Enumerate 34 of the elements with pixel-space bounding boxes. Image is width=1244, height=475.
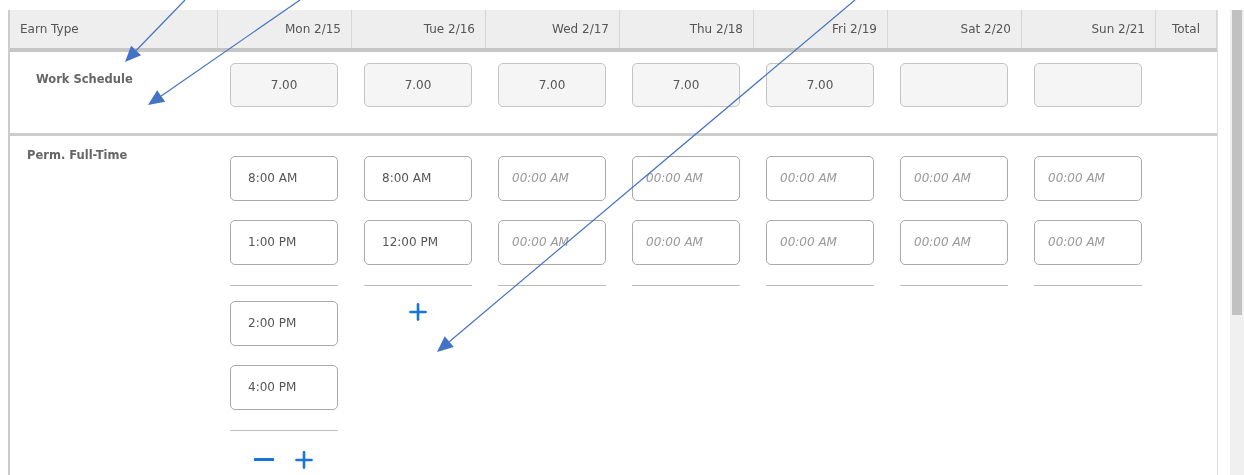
column-header: Sun 2/21 xyxy=(1022,10,1156,48)
time-input[interactable]: 12:00 PM xyxy=(364,219,472,265)
time-input[interactable]: 8:00 AM xyxy=(364,155,472,201)
earn-type-label: Work Schedule xyxy=(35,70,134,88)
time-input[interactable]: 00:00 AM xyxy=(632,155,740,201)
column-header: Earn Type xyxy=(10,10,218,48)
column-header: Sat 2/20 xyxy=(888,10,1022,48)
hours-field: 7.00 xyxy=(766,62,874,107)
column-header: Total xyxy=(1156,10,1217,48)
time-input[interactable]: 00:00 AM xyxy=(498,155,606,201)
column-header: Fri 2/19 xyxy=(754,10,888,48)
minus-icon xyxy=(254,457,274,461)
time-input[interactable]: 00:00 AM xyxy=(900,219,1008,265)
earn-type-label: Perm. Full-Time xyxy=(26,146,129,162)
column-header: Thu 2/18 xyxy=(620,10,754,48)
time-input[interactable]: 00:00 AM xyxy=(632,219,740,265)
hours-field: 7.00 xyxy=(230,62,338,107)
time-input[interactable]: 00:00 AM xyxy=(766,155,874,201)
hours-field: 7.00 xyxy=(632,62,740,107)
hours-field: 7.00 xyxy=(364,62,472,107)
time-input[interactable]: 00:00 AM xyxy=(498,219,606,265)
time-input[interactable]: 1:00 PM xyxy=(230,219,338,265)
time-input[interactable]: 00:00 AM xyxy=(1034,155,1142,201)
scrollbar[interactable] xyxy=(1230,10,1244,475)
time-input[interactable]: 00:00 AM xyxy=(766,219,874,265)
column-header: Wed 2/17 xyxy=(486,10,620,48)
time-input[interactable]: 4:00 PM xyxy=(230,364,338,410)
time-input[interactable]: 8:00 AM xyxy=(230,155,338,201)
column-header: Mon 2/15 xyxy=(218,10,352,48)
time-input[interactable]: 00:00 AM xyxy=(1034,219,1142,265)
column-header: Tue 2/16 xyxy=(352,10,486,48)
hours-field: 7.00 xyxy=(498,62,606,107)
time-input[interactable]: 2:00 PM xyxy=(230,300,338,346)
time-input[interactable]: 00:00 AM xyxy=(900,155,1008,201)
